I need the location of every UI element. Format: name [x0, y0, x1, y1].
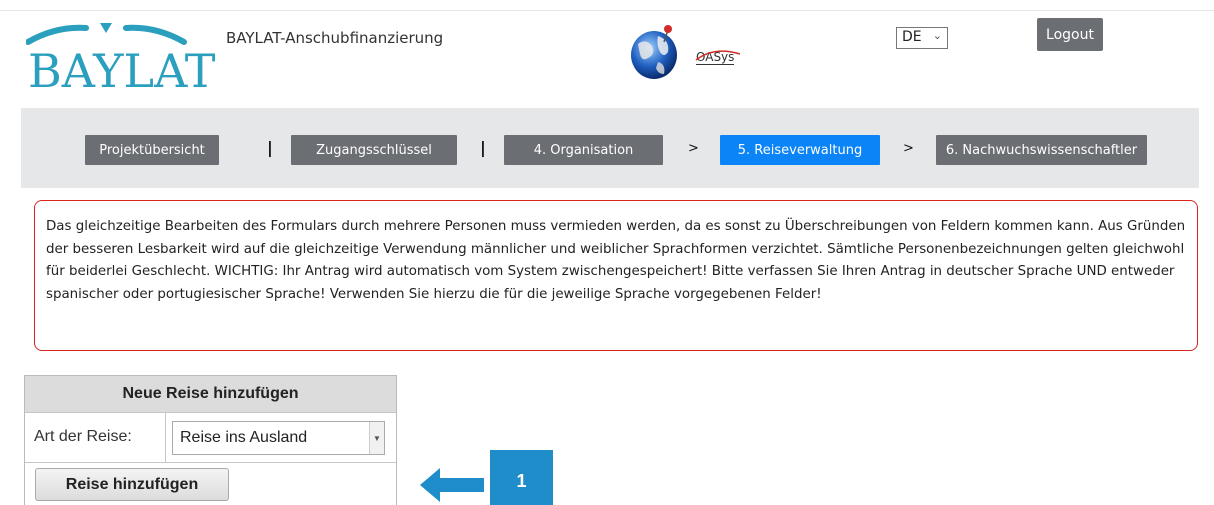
chevron-down-icon: ⌄ — [932, 29, 942, 42]
trip-type-select[interactable]: Reise ins Ausland ▼ — [172, 421, 385, 455]
annotation-step-badge: 1 — [490, 450, 553, 505]
row-divider — [165, 413, 166, 463]
warning-notice: Das gleichzeitige Bearbeiten des Formula… — [34, 200, 1198, 351]
baylat-logo[interactable]: BAYLAT — [26, 20, 215, 100]
dropdown-arrow-icon[interactable]: ▼ — [369, 422, 384, 454]
nav-reiseverwaltung[interactable]: 5. Reiseverwaltung — [720, 135, 880, 165]
nav-nachwuchswissenschaftler[interactable]: 6. Nachwuchswissenschaftler — [936, 135, 1147, 165]
nav-projektuebersicht[interactable]: Projektübersicht — [85, 135, 219, 165]
nav-separator: | — [267, 138, 273, 157]
logo-text: BAYLAT — [28, 44, 216, 98]
oasys-swoosh-icon — [695, 50, 741, 61]
nav-zugangsschluessel[interactable]: Zugangsschlüssel — [291, 135, 457, 165]
app-title: BAYLAT-Anschubfinanzierung — [226, 29, 444, 47]
language-value: DE — [902, 29, 922, 45]
trip-type-value: Reise ins Ausland — [180, 429, 308, 446]
add-trip-button[interactable]: Reise hinzufügen — [35, 468, 229, 501]
trip-type-label: Art der Reise: — [34, 428, 132, 445]
language-select[interactable]: DE ⌄ — [896, 27, 948, 49]
trip-type-row: Art der Reise: Reise ins Ausland ▼ — [25, 413, 396, 463]
nav-separator: | — [480, 138, 486, 157]
nav-arrow: > — [688, 141, 699, 156]
add-trip-header: Neue Reise hinzufügen — [25, 376, 396, 413]
nav-arrow: > — [903, 141, 914, 156]
add-trip-form: Neue Reise hinzufügen Art der Reise: Rei… — [24, 375, 397, 505]
oasys-logo: OASys — [630, 22, 760, 80]
top-divider — [0, 10, 1214, 11]
logout-button[interactable]: Logout — [1037, 18, 1103, 51]
nav-organisation[interactable]: 4. Organisation — [504, 135, 663, 165]
step-navigation: Projektübersicht | Zugangsschlüssel | 4.… — [21, 108, 1199, 188]
annotation-arrow-icon — [420, 468, 484, 502]
